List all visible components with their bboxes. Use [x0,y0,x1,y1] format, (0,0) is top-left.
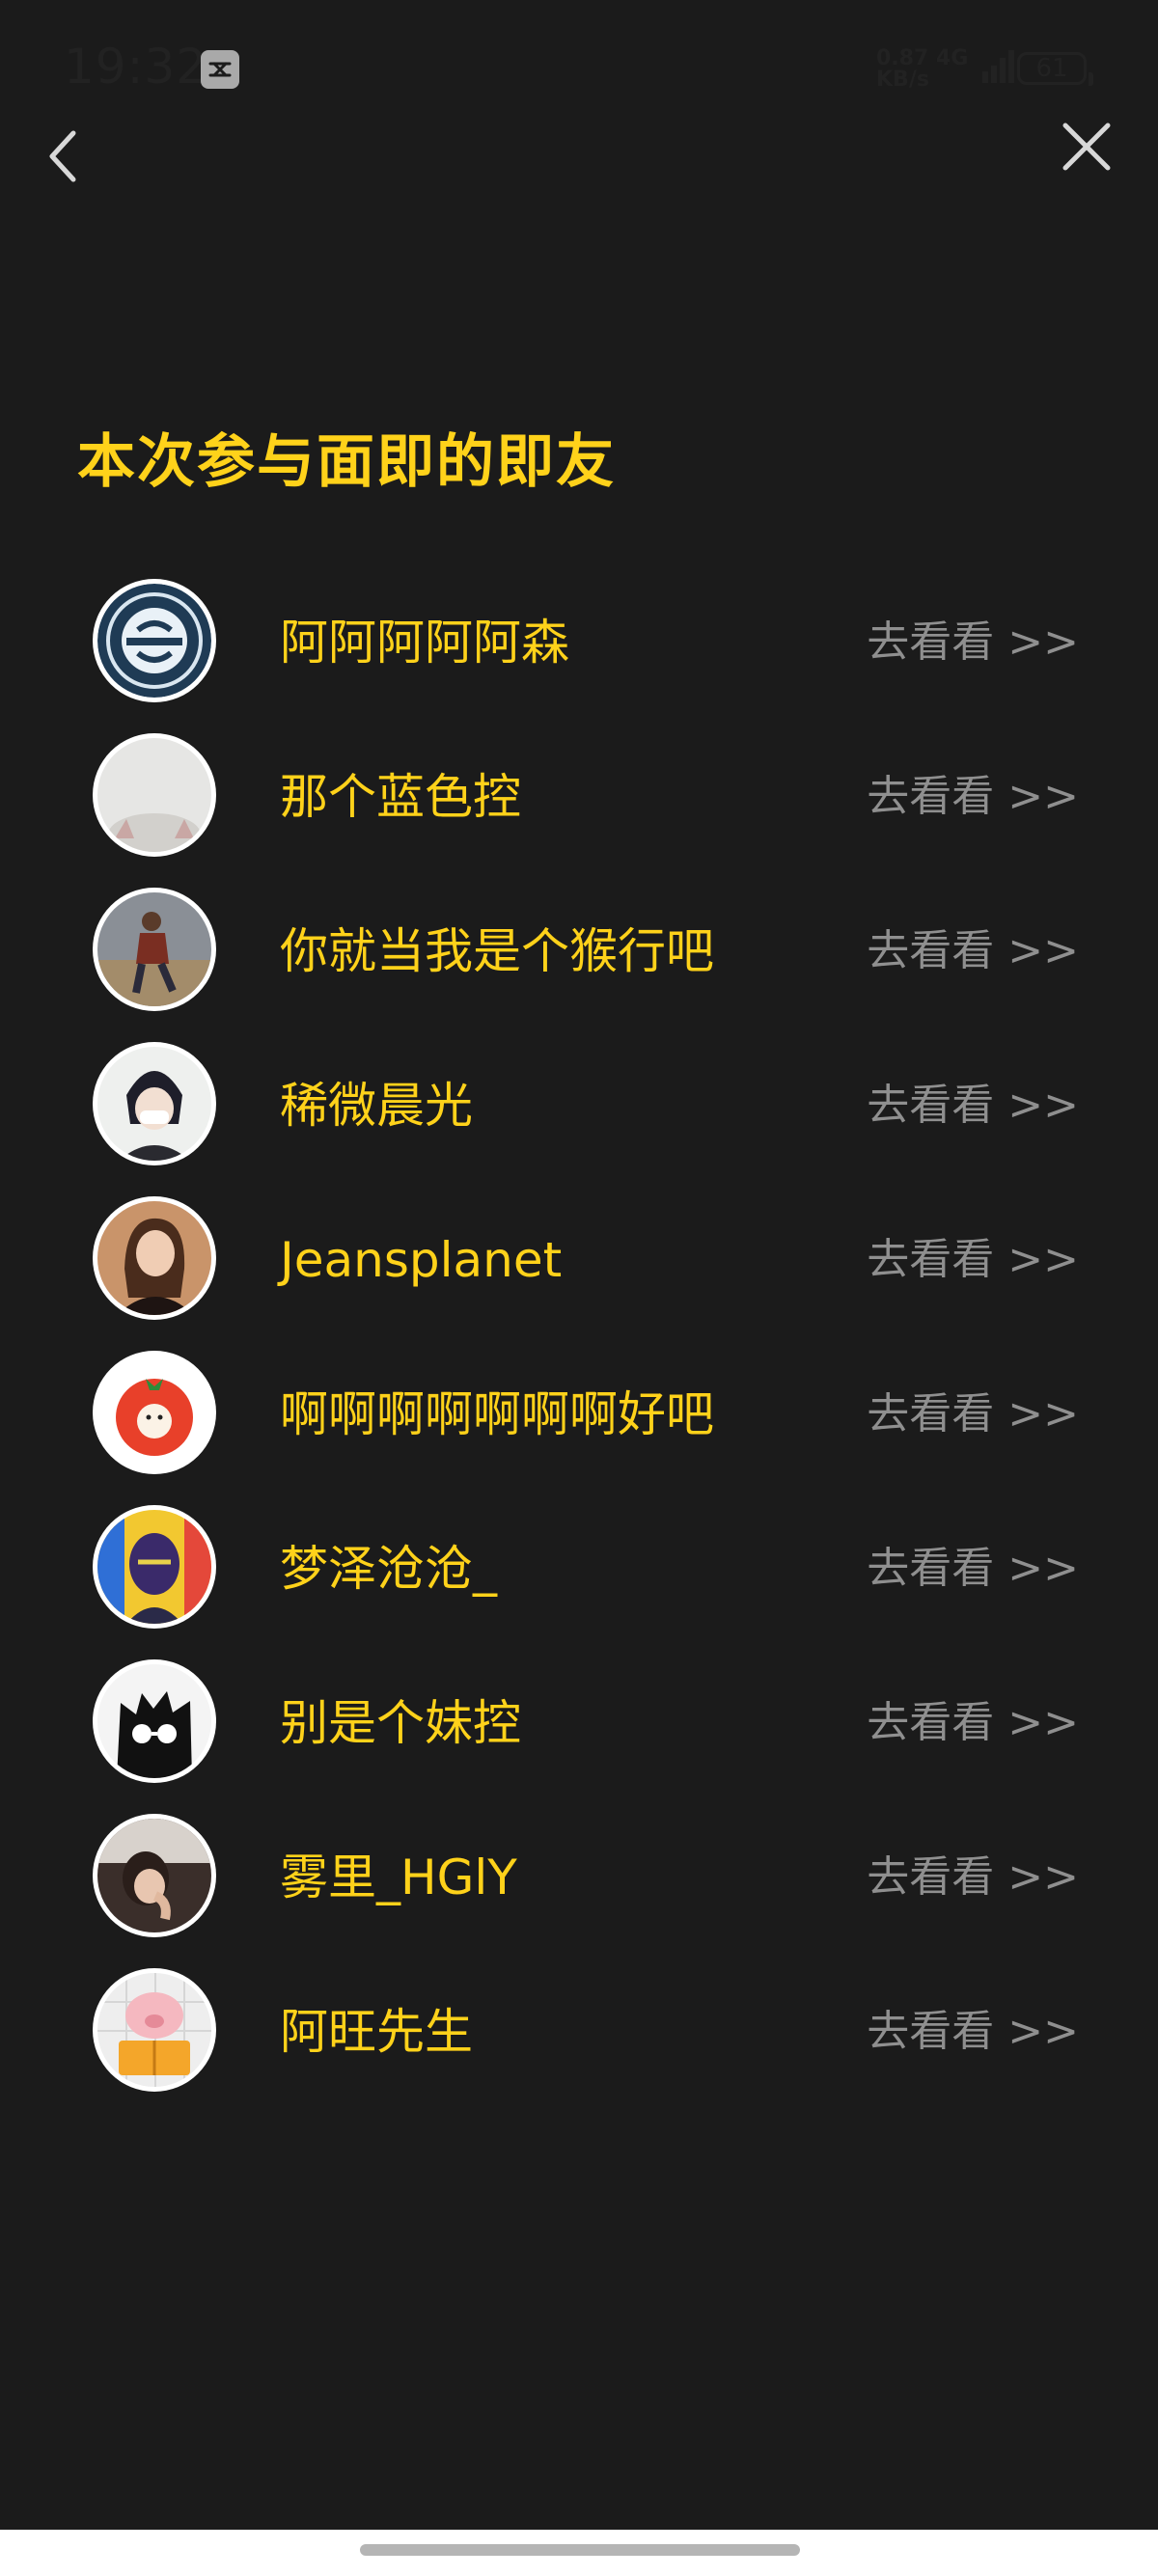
avatar [93,1042,216,1165]
view-profile-link[interactable]: 去看看 >> [867,1235,1079,1285]
close-button[interactable] [1058,118,1116,176]
friend-row[interactable]: 雾里_HGlY 去看看 >> [0,1814,1158,1939]
view-profile-link[interactable]: 去看看 >> [867,2007,1079,2057]
friend-name: 稀微晨光 [280,1078,473,1134]
net-speed-unit: KB/s [876,68,929,92]
avatar [93,1659,216,1783]
friend-row[interactable]: 那个蓝色控 去看看 >> [0,733,1158,859]
network-type: 4G [935,46,969,70]
view-profile-link[interactable]: 去看看 >> [867,926,1079,976]
chevron-left-icon [49,130,76,182]
view-profile-link[interactable]: 去看看 >> [867,1544,1079,1594]
friend-row[interactable]: 别是个妹控 去看看 >> [0,1659,1158,1785]
friend-name: 阿阿阿阿阿森 [280,615,569,671]
page-title: 本次参与面即的即友 [77,428,616,496]
avatar [93,579,216,702]
friend-name: Jeansplanet [280,1232,563,1288]
view-profile-link[interactable]: 去看看 >> [867,1852,1079,1903]
back-button[interactable] [42,125,81,187]
avatar [93,1968,216,2092]
home-indicator[interactable] [360,2544,800,2556]
view-profile-link[interactable]: 去看看 >> [867,772,1079,822]
view-profile-link[interactable]: 去看看 >> [867,1389,1079,1439]
battery-level: 61 [1035,54,1068,83]
avatar [93,1505,216,1629]
capcut-app-icon [201,50,239,89]
friend-row[interactable]: 阿阿阿阿阿森 去看看 >> [0,579,1158,704]
friend-name: 别是个妹控 [280,1695,521,1751]
page: 19:32 0.87 4G KB/s 61 本次参与面即的即友 阿阿阿阿阿森 去… [0,0,1158,2576]
friend-row[interactable]: 阿旺先生 去看看 >> [0,1968,1158,2094]
friend-name: 雾里_HGlY [280,1850,517,1905]
avatar [93,888,216,1011]
friend-row[interactable]: 你就当我是个猴行吧 去看看 >> [0,888,1158,1013]
friend-name: 梦泽沧沧_ [280,1541,497,1597]
view-profile-link[interactable]: 去看看 >> [867,1081,1079,1131]
avatar [93,733,216,857]
status-bar: 19:32 0.87 4G KB/s 61 [0,0,1158,125]
friend-row[interactable]: 稀微晨光 去看看 >> [0,1042,1158,1167]
friend-row[interactable]: 啊啊啊啊啊啊啊好吧 去看看 >> [0,1351,1158,1476]
battery-tip [1089,72,1093,86]
signal-icon [982,48,1015,89]
friend-name: 你就当我是个猴行吧 [280,923,714,979]
friend-row[interactable]: Jeansplanet 去看看 >> [0,1196,1158,1322]
avatar [93,1196,216,1320]
friend-row[interactable]: 梦泽沧沧_ 去看看 >> [0,1505,1158,1631]
status-time: 19:32 [64,39,208,95]
avatar [93,1814,216,1937]
friend-name: 阿旺先生 [280,2004,473,2060]
net-speed: 0.87 4G KB/s [876,48,982,91]
battery-icon: 61 [1017,52,1093,86]
friend-name: 那个蓝色控 [280,769,521,825]
avatar [93,1351,216,1474]
close-icon [1062,123,1111,171]
friend-name: 啊啊啊啊啊啊啊好吧 [280,1386,714,1442]
view-profile-link[interactable]: 去看看 >> [867,617,1079,668]
view-profile-link[interactable]: 去看看 >> [867,1698,1079,1748]
